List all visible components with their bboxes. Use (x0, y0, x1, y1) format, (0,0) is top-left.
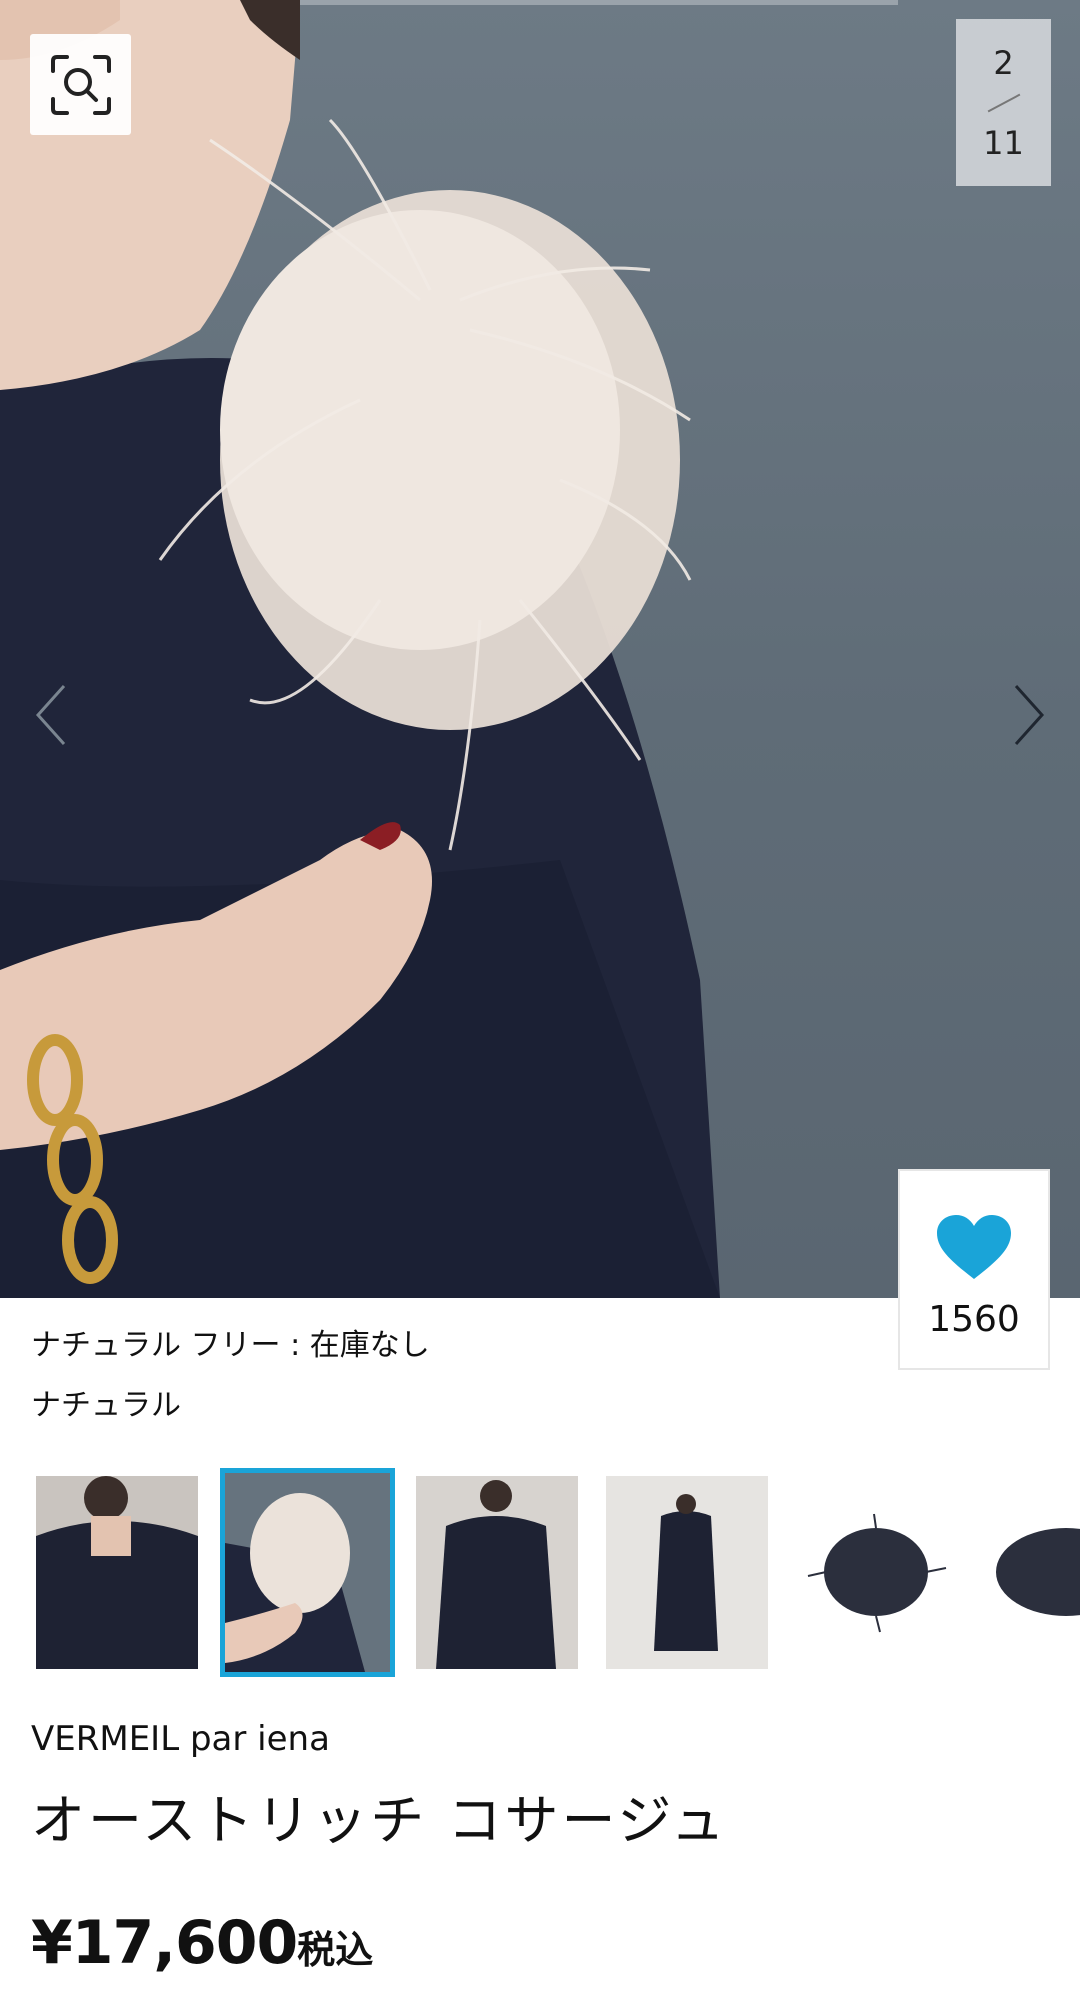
zoom-search-icon (50, 54, 111, 115)
thumbnail-strip[interactable] (0, 1468, 1080, 1678)
thumbnail-image (225, 1473, 390, 1672)
next-image-button[interactable] (998, 670, 1058, 760)
image-counter: 2 11 (956, 19, 1051, 186)
brand-name[interactable]: VERMEIL par iena (31, 1719, 330, 1759)
price: ¥17,600 (31, 1908, 298, 1978)
thumbnail-image (36, 1476, 198, 1669)
thumbnail-image (796, 1476, 958, 1669)
stock-status: ナチュラル フリー : 在庫なし (31, 1328, 430, 1363)
thumbnail-6[interactable] (986, 1476, 1080, 1669)
thumbnail-image (986, 1476, 1080, 1669)
heart-icon (937, 1215, 1011, 1279)
favorite-button[interactable]: 1560 (898, 1169, 1050, 1370)
thumbnail-5[interactable] (796, 1476, 958, 1669)
thumbnail-3[interactable] (416, 1476, 578, 1669)
chevron-left-icon (35, 684, 66, 746)
chevron-right-icon (1014, 684, 1045, 746)
thumbnail-image (416, 1476, 578, 1669)
thumbnail-4[interactable] (606, 1476, 768, 1669)
product-name: オーストリッチ コサージュ (31, 1789, 728, 1852)
product-photo (0, 0, 720, 1298)
zoom-button[interactable] (30, 34, 131, 135)
selected-color: ナチュラル (31, 1388, 181, 1423)
prev-image-button[interactable] (22, 670, 82, 760)
image-counter-total: 11 (983, 123, 1024, 162)
tax-label: 税込 (297, 1928, 374, 1972)
favorite-count: 1560 (928, 1299, 1020, 1340)
thumbnail-1[interactable] (36, 1476, 198, 1669)
counter-divider (987, 93, 1020, 112)
product-image-carousel[interactable]: 2 11 (0, 0, 1080, 1298)
price-block: ¥17,600税込 (31, 1908, 373, 1978)
thumbnail-image (606, 1476, 768, 1669)
thumbnail-2[interactable] (220, 1468, 395, 1677)
product-page: 2 11 1560 ナチュラル フリー : 在庫なし ナチュラル VERMEIL… (0, 0, 1080, 2010)
image-counter-current: 2 (993, 43, 1014, 82)
